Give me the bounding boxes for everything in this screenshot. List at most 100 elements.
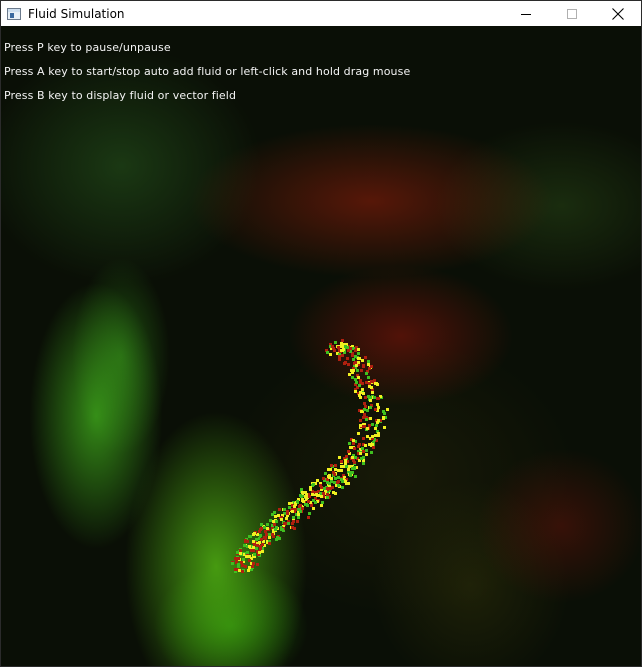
particle: [332, 491, 335, 494]
particle: [352, 358, 355, 361]
particle: [240, 561, 243, 564]
particle: [251, 565, 254, 568]
particle: [320, 504, 323, 507]
particle: [351, 456, 354, 459]
particle: [369, 399, 372, 402]
particle: [304, 491, 307, 494]
title-bar[interactable]: Fluid Simulation: [1, 1, 641, 26]
particle: [260, 527, 263, 530]
particle: [341, 339, 344, 342]
particle: [307, 500, 310, 503]
particle: [360, 410, 363, 413]
particle: [361, 388, 364, 391]
particle: [271, 533, 274, 536]
particle: [231, 562, 234, 565]
particle: [326, 496, 329, 499]
particle: [271, 513, 274, 516]
particle: [322, 492, 325, 495]
particle: [252, 533, 255, 536]
particle: [359, 419, 362, 422]
particle: [255, 547, 258, 550]
particle: [358, 384, 361, 387]
particle: [362, 416, 365, 419]
particle: [299, 504, 302, 507]
particle: [354, 475, 357, 478]
window-title: Fluid Simulation: [28, 6, 125, 21]
particle: [331, 486, 334, 489]
particle: [355, 381, 358, 384]
particle: [352, 439, 355, 442]
particle: [268, 542, 271, 545]
particle: [386, 408, 389, 411]
particle: [364, 356, 367, 359]
particle: [292, 516, 295, 519]
particle: [375, 424, 378, 427]
particle: [264, 530, 267, 533]
particle: [274, 515, 277, 518]
particle: [362, 462, 365, 465]
particle: [351, 371, 354, 374]
particle: [376, 383, 379, 386]
particle: [377, 434, 380, 437]
particle: [363, 402, 366, 405]
particle: [354, 355, 357, 358]
particle: [351, 376, 354, 379]
particle: [359, 452, 362, 455]
particle: [353, 467, 356, 470]
particle: [324, 472, 327, 475]
particle: [371, 443, 374, 446]
particle: [333, 349, 336, 352]
particle: [234, 568, 237, 571]
particle: [320, 495, 323, 498]
app-window-icon: [7, 7, 21, 20]
particle: [334, 464, 337, 467]
maximize-button[interactable]: [549, 1, 595, 26]
particle: [281, 528, 284, 531]
particle-trail: [231, 339, 389, 573]
particle: [275, 520, 278, 523]
particle: [333, 481, 336, 484]
particle: [258, 551, 261, 554]
particle: [374, 434, 377, 437]
close-button[interactable]: [595, 1, 641, 26]
particle: [252, 540, 255, 543]
particle: [288, 506, 291, 509]
particle: [334, 468, 337, 471]
particle: [376, 403, 379, 406]
particle: [361, 359, 364, 362]
particle: [253, 543, 256, 546]
particle: [361, 382, 364, 385]
particle: [239, 552, 242, 555]
particle: [309, 488, 312, 491]
particle: [344, 361, 347, 364]
particle: [326, 493, 329, 496]
particle: [354, 361, 357, 364]
particle: [354, 349, 357, 352]
particle: [347, 363, 350, 366]
fluid-swirl: [231, 339, 389, 573]
instruction-auto-add: Press A key to start/stop auto add fluid…: [4, 65, 411, 78]
particle: [365, 372, 368, 375]
minimize-button[interactable]: [503, 1, 549, 26]
particle: [296, 520, 299, 523]
particle: [357, 361, 360, 364]
particle: [383, 426, 386, 429]
particle: [353, 447, 356, 450]
simulation-canvas[interactable]: Press P key to pause/unpause Press A key…: [1, 26, 641, 666]
particle: [319, 484, 322, 487]
particle: [347, 450, 350, 453]
particle: [346, 346, 349, 349]
particle: [348, 442, 351, 445]
particle: [373, 396, 376, 399]
minimize-icon: [521, 13, 531, 15]
particle: [260, 538, 263, 541]
particle: [368, 382, 371, 385]
particle: [367, 363, 370, 366]
particle: [364, 444, 367, 447]
particle: [338, 456, 341, 459]
particle: [261, 543, 264, 546]
particle: [372, 446, 375, 449]
particle: [315, 493, 318, 496]
particle: [357, 348, 360, 351]
particle: [368, 443, 371, 446]
